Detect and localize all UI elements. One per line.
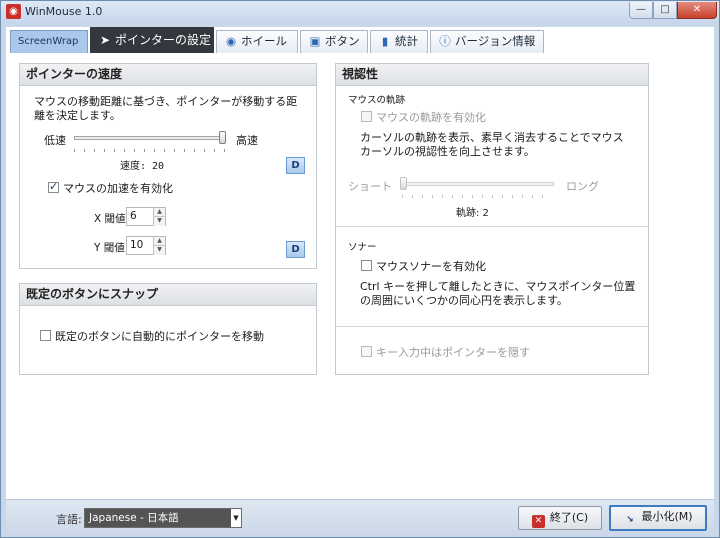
threshold-default-button[interactable]: D xyxy=(286,241,305,258)
panel-title: 既定のボタンにスナップ xyxy=(20,284,316,306)
app-window: ◉ WinMouse 1.0 — □ ✕ ScreenWrap ➤ ポインターの設… xyxy=(0,0,720,538)
title-bar: ◉ WinMouse 1.0 — □ ✕ xyxy=(1,1,719,23)
trail-section-label: マウスの軌跡 xyxy=(348,95,406,106)
pointer-icon: ➤ xyxy=(99,33,111,47)
language-select[interactable]: Japanese - 日本語 ▼ xyxy=(84,508,242,528)
speed-value-label: 速度: 20 xyxy=(120,161,165,172)
mouse-icon: ◉ xyxy=(6,4,21,19)
divider xyxy=(336,326,648,327)
tab-label: 統計 xyxy=(395,34,418,48)
x-threshold-label: X 閾値 xyxy=(94,213,126,225)
fast-label: 高速 xyxy=(236,134,258,147)
visibility-panel: 視認性 マウスの軌跡 マウスの軌跡を有効化 カーソルの軌跡を表示、素早く消去する… xyxy=(335,63,649,375)
x-threshold-stepper[interactable]: 6 ▲ ▼ xyxy=(126,207,166,226)
tab-version-info[interactable]: ⓘ バージョン情報 xyxy=(430,30,544,53)
close-icon: ✕ xyxy=(531,515,545,528)
long-label: ロング xyxy=(566,180,599,193)
pointer-speed-panel: ポインターの速度 マウスの移動距離に基づき、ポインターが移動する距 離を決定しま… xyxy=(19,63,317,269)
language-value: Japanese - 日本語 xyxy=(89,512,179,524)
footer-bar: 言語: Japanese - 日本語 ▼ ✕ 終了(C) ↘ 最小化(M) xyxy=(6,499,714,535)
speed-slider-ticks xyxy=(74,149,226,152)
trail-checkbox[interactable] xyxy=(361,111,372,122)
slow-label: 低速 xyxy=(44,134,66,147)
panel-title: ポインターの速度 xyxy=(20,64,316,86)
speed-slider-track[interactable] xyxy=(74,136,226,140)
exit-label: 終了(C) xyxy=(549,511,589,524)
trail-description-2: カーソルの視認性を向上させます。 xyxy=(360,145,535,158)
acceleration-checkbox[interactable] xyxy=(48,180,59,193)
maximize-window-button[interactable]: □ xyxy=(653,2,677,19)
button-icon: ▣ xyxy=(309,34,321,48)
trail-slider-track[interactable] xyxy=(400,182,554,186)
trail-label[interactable]: マウスの軌跡を有効化 xyxy=(376,109,486,125)
tab-label: ポインターの設定 xyxy=(115,33,212,47)
trail-slider-ticks xyxy=(402,195,552,198)
close-window-button[interactable]: ✕ xyxy=(677,2,717,19)
sonar-checkbox[interactable] xyxy=(361,260,372,271)
snap-checkbox[interactable] xyxy=(40,330,51,341)
tab-buttons[interactable]: ▣ ボタン xyxy=(300,30,368,53)
language-label: 言語: xyxy=(56,513,82,526)
trail-value-label: 軌跡: 2 xyxy=(456,208,489,219)
tab-label: バージョン情報 xyxy=(455,34,536,48)
x-threshold-value: 6 xyxy=(130,210,137,222)
divider xyxy=(336,226,648,227)
chart-icon: ▮ xyxy=(381,34,389,48)
minimize-arrow-icon: ↘ xyxy=(626,515,634,525)
stepper-up-icon[interactable]: ▲ xyxy=(153,237,165,246)
tab-screenwrap[interactable]: ScreenWrap xyxy=(10,30,88,53)
chevron-down-icon[interactable]: ▼ xyxy=(231,509,241,527)
y-threshold-label: Y 閾値 xyxy=(94,242,125,254)
tab-label: ScreenWrap xyxy=(18,36,79,47)
tab-pointer-settings[interactable]: ➤ ポインターの設定 xyxy=(90,27,214,53)
tab-statistics[interactable]: ▮ 統計 xyxy=(370,30,428,53)
minimize-button[interactable]: ↘ 最小化(M) xyxy=(609,505,707,531)
tab-wheel[interactable]: ◉ ホイール xyxy=(216,30,298,53)
minimize-label: 最小化(M) xyxy=(641,510,693,523)
tab-content: ポインターの速度 マウスの移動距離に基づき、ポインターが移動する距 離を決定しま… xyxy=(6,53,714,499)
hide-pointer-label[interactable]: キー入力中はポインターを隠す xyxy=(376,344,530,360)
stepper-up-icon[interactable]: ▲ xyxy=(153,208,165,217)
speed-slider-thumb[interactable] xyxy=(219,131,226,144)
speed-description-2: 離を決定します。 xyxy=(34,109,121,122)
tab-label: ボタン xyxy=(325,34,360,48)
window-title: WinMouse 1.0 xyxy=(25,5,103,18)
y-threshold-value: 10 xyxy=(130,239,144,251)
minimize-window-button[interactable]: — xyxy=(629,2,653,19)
exit-button[interactable]: ✕ 終了(C) xyxy=(518,506,602,530)
short-label: ショート xyxy=(348,180,392,193)
tab-label: ホイール xyxy=(241,34,287,48)
sonar-label[interactable]: マウスソナーを有効化 xyxy=(376,258,486,274)
hide-pointer-checkbox[interactable] xyxy=(361,346,372,357)
snap-label[interactable]: 既定のボタンに自動的にポインターを移動 xyxy=(55,328,264,344)
stepper-down-icon[interactable]: ▼ xyxy=(153,246,165,255)
sonar-description-2: の周囲にいくつかの同心円を表示します。 xyxy=(360,294,568,307)
trail-slider-thumb[interactable] xyxy=(400,177,407,190)
y-threshold-stepper[interactable]: 10 ▲ ▼ xyxy=(126,236,166,255)
speed-default-button[interactable]: D xyxy=(286,157,305,174)
sonar-section-label: ソナー xyxy=(348,242,377,253)
info-icon: ⓘ xyxy=(439,34,451,48)
acceleration-label[interactable]: マウスの加速を有効化 xyxy=(63,180,173,196)
tab-strip: ScreenWrap ➤ ポインターの設定 ◉ ホイール ▣ ボタン ▮ 統計 ⓘ バージ… xyxy=(6,27,714,53)
snap-panel: 既定のボタンにスナップ 既定のボタンに自動的にポインターを移動 xyxy=(19,283,317,375)
wheel-icon: ◉ xyxy=(225,34,237,48)
panel-title: 視認性 xyxy=(336,64,648,86)
stepper-down-icon[interactable]: ▼ xyxy=(153,217,165,226)
